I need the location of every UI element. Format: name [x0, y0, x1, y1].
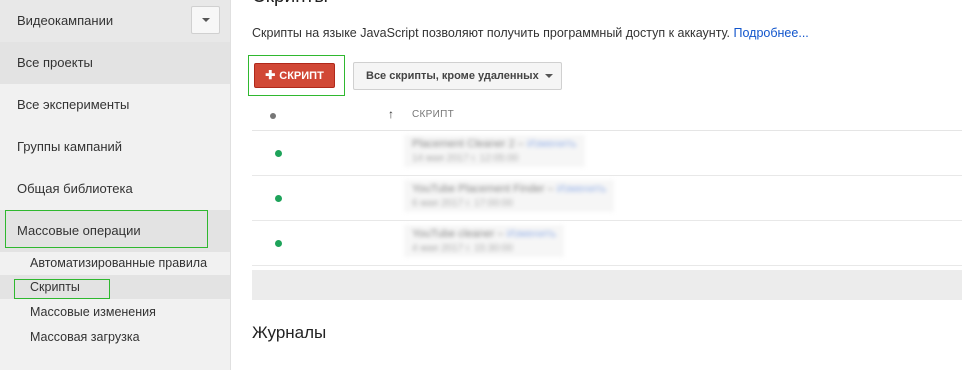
table-row: YouTube cleaner – Изменить 4 мая 2017 г.…	[252, 221, 962, 266]
script-name-text[interactable]: Placement Cleaner 2	[412, 138, 515, 150]
table-row: Placement Cleaner 2 – Изменить 14 мая 20…	[252, 131, 962, 176]
add-script-button[interactable]: ✚ СКРИПТ	[254, 63, 335, 88]
script-date: 4 мая 2017 г. 15:30:00	[412, 243, 513, 254]
script-filter-dropdown[interactable]: Все скрипты, кроме удаленных	[353, 62, 562, 90]
status-column-icon[interactable]	[270, 113, 276, 119]
sidebar-item-label: Массовые операции	[17, 223, 141, 238]
sidebar-item-campaign-groups[interactable]: Группы кампаний	[0, 126, 230, 168]
sidebar-subitem-label: Массовая загрузка	[30, 330, 140, 344]
sidebar-subitem-label: Скрипты	[30, 280, 80, 294]
page-title: Скрипты	[252, 0, 328, 8]
add-script-label: СКРИПТ	[279, 70, 324, 82]
chevron-down-icon	[544, 74, 553, 79]
description-text: Скрипты на языке JavaScript позволяют по…	[252, 26, 731, 40]
sidebar-item-label: Все проекты	[17, 55, 93, 70]
sidebar: Видеокампании Все проекты Все эксперимен…	[0, 0, 231, 370]
sidebar-item-bulk-operations[interactable]: Массовые операции	[0, 210, 230, 252]
script-cell: YouTube cleaner – Изменить 4 мая 2017 г.…	[404, 225, 565, 257]
table-row: YouTube Placement Finder – Изменить 6 ма…	[252, 176, 962, 221]
script-name-text[interactable]: YouTube Placement Finder	[412, 183, 545, 195]
learn-more-link[interactable]: Подробнее...	[734, 26, 809, 40]
edit-link[interactable]: Изменить	[507, 228, 557, 240]
chevron-down-icon	[202, 18, 210, 22]
status-enabled-icon	[275, 195, 282, 202]
sidebar-subitem-bulk-edits[interactable]: Массовые изменения	[0, 300, 230, 324]
description: Скрипты на языке JavaScript позволяют по…	[252, 26, 809, 40]
script-name[interactable]: YouTube cleaner – Изменить	[412, 228, 556, 240]
status-enabled-icon	[275, 240, 282, 247]
sidebar-item-label: Общая библиотека	[17, 181, 133, 196]
sidebar-subitem-label: Массовые изменения	[30, 305, 156, 319]
status-enabled-icon	[275, 150, 282, 157]
main-content: Скрипты Скрипты на языке JavaScript позв…	[232, 0, 962, 370]
sort-arrow-icon[interactable]: ↑	[388, 107, 394, 121]
campaign-type-selector[interactable]: Видеокампании	[0, 0, 230, 42]
script-date: 6 мая 2017 г. 17:00:00	[412, 198, 513, 209]
script-cell: Placement Cleaner 2 – Изменить 14 мая 20…	[404, 135, 585, 167]
sidebar-item-all-experiments[interactable]: Все эксперименты	[0, 84, 230, 126]
script-name-text[interactable]: YouTube cleaner	[412, 228, 494, 240]
logs-section-title: Журналы	[252, 323, 327, 342]
table-footer	[252, 270, 962, 300]
sidebar-item-label: Все эксперименты	[17, 97, 130, 112]
script-name[interactable]: Placement Cleaner 2 – Изменить	[412, 138, 577, 150]
sidebar-subitem-label: Автоматизированные правила	[30, 256, 208, 270]
filter-label: Все скрипты, кроме удаленных	[366, 70, 539, 82]
column-header-script[interactable]: СКРИПТ	[412, 109, 454, 120]
script-date: 14 мая 2017 г. 12:05:00	[412, 153, 519, 164]
script-cell: YouTube Placement Finder – Изменить 6 ма…	[404, 180, 615, 212]
plus-icon: ✚	[265, 68, 276, 82]
script-name[interactable]: YouTube Placement Finder – Изменить	[412, 183, 606, 195]
sidebar-item-shared-library[interactable]: Общая библиотека	[0, 168, 230, 210]
sidebar-subitem-automated-rules[interactable]: Автоматизированные правила	[0, 251, 230, 275]
edit-link[interactable]: Изменить	[557, 183, 607, 195]
sidebar-item-label: Группы кампаний	[17, 139, 123, 154]
table-header: ↑ СКРИПТ	[252, 100, 962, 131]
sidebar-item-all-projects[interactable]: Все проекты	[0, 42, 230, 84]
sidebar-subitem-bulk-uploads[interactable]: Массовая загрузка	[0, 325, 230, 349]
campaign-type-dropdown-button[interactable]	[191, 6, 220, 34]
edit-link[interactable]: Изменить	[527, 138, 577, 150]
campaign-type-label: Видеокампании	[17, 13, 114, 28]
sidebar-subitem-scripts[interactable]: Скрипты	[0, 275, 230, 299]
